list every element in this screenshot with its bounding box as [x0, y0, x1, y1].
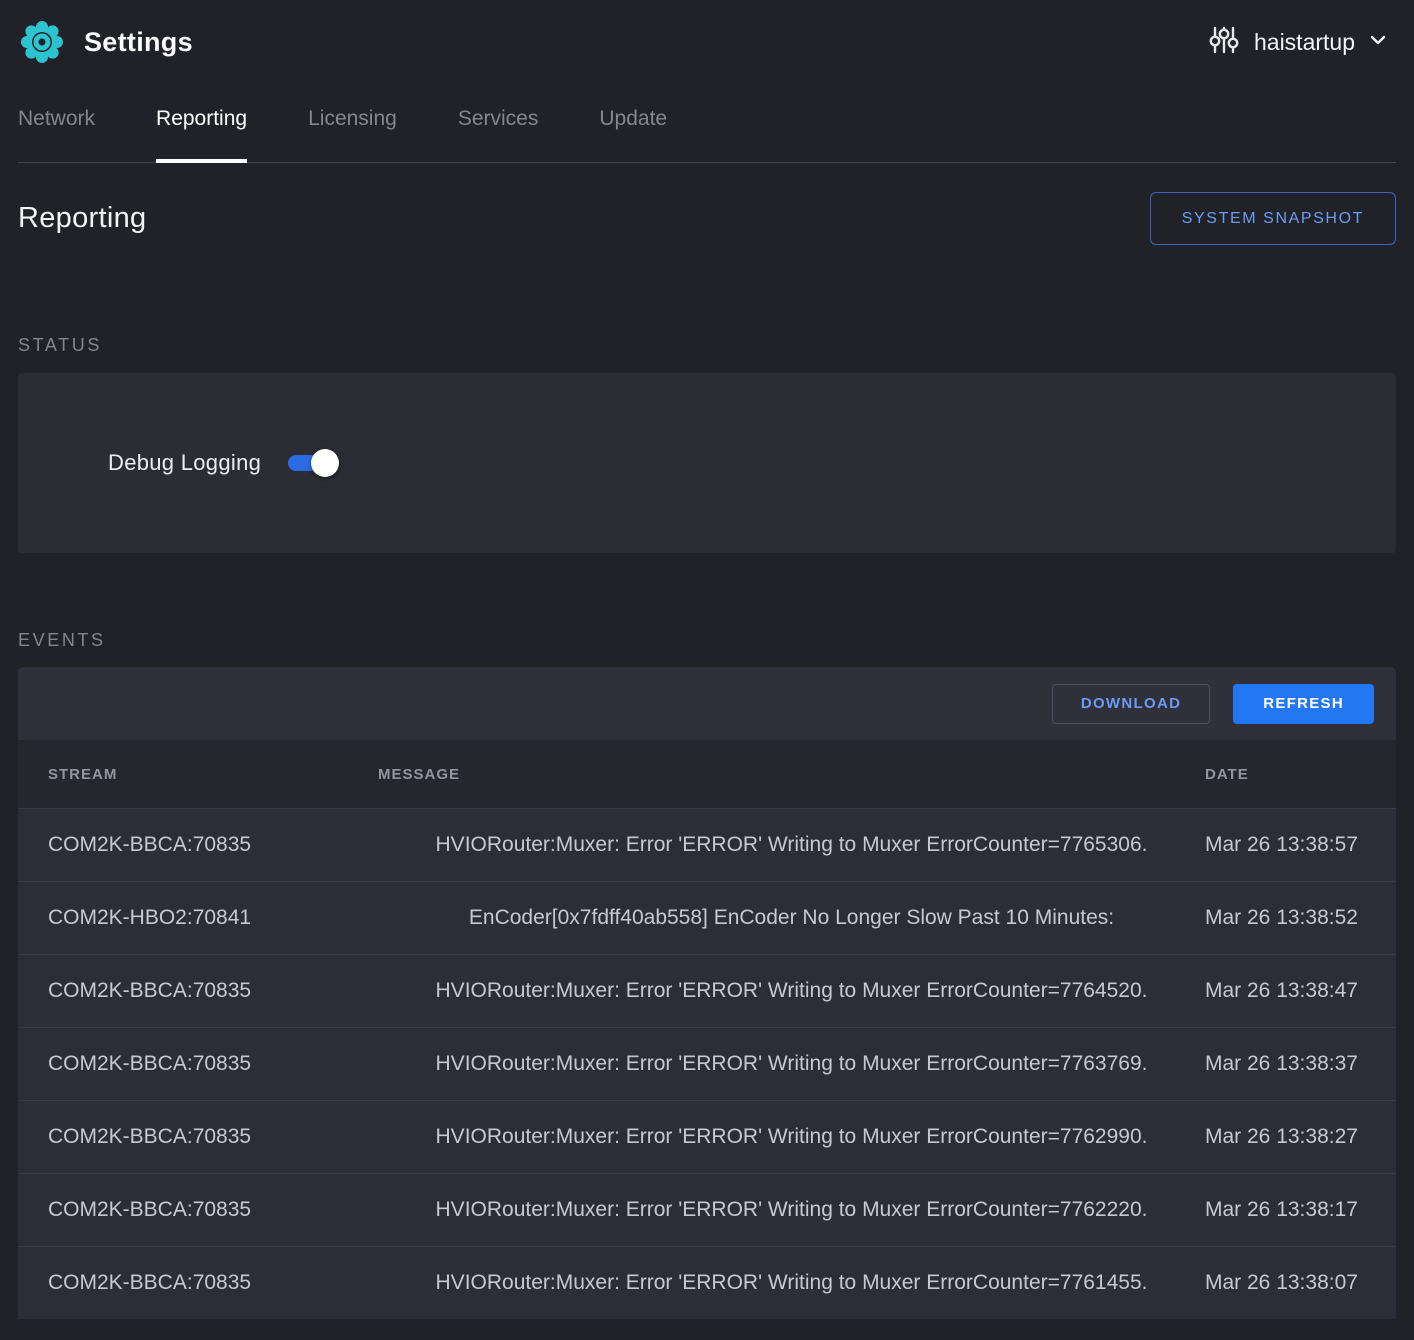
table-row: COM2K-BBCA:70835 HVIORouter:Muxer: Error… [18, 1027, 1396, 1100]
account-name: haistartup [1254, 29, 1355, 56]
column-header-message: MESSAGE [378, 766, 1205, 783]
events-toolbar: DOWNLOAD REFRESH [18, 667, 1396, 740]
app-header: Settings haistartup [0, 0, 1414, 66]
stream-cell: COM2K-BBCA:70835 [48, 1198, 378, 1222]
date-cell: Mar 26 13:38:17 [1205, 1198, 1371, 1222]
date-cell: Mar 26 13:38:37 [1205, 1052, 1371, 1076]
message-cell: HVIORouter:Muxer: Error 'ERROR' Writing … [378, 979, 1205, 1003]
status-section-label: STATUS [18, 335, 1396, 356]
tab-bar: Network Reporting Licensing Services Upd… [18, 107, 1396, 163]
date-cell: Mar 26 13:38:07 [1205, 1271, 1371, 1295]
chevron-down-icon [1368, 30, 1388, 55]
tab-licensing[interactable]: Licensing [308, 107, 397, 162]
tab-update[interactable]: Update [599, 107, 667, 162]
date-cell: Mar 26 13:38:27 [1205, 1125, 1371, 1149]
date-cell: Mar 26 13:38:57 [1205, 833, 1371, 857]
stream-cell: COM2K-BBCA:70835 [48, 1271, 378, 1295]
stream-cell: COM2K-BBCA:70835 [48, 1052, 378, 1076]
toggle-knob [311, 449, 339, 477]
message-cell: HVIORouter:Muxer: Error 'ERROR' Writing … [378, 1052, 1205, 1076]
events-section-label: EVENTS [18, 630, 1396, 651]
refresh-button[interactable]: REFRESH [1233, 684, 1374, 724]
account-menu[interactable]: haistartup [1207, 23, 1388, 62]
column-header-date: DATE [1205, 766, 1371, 783]
events-table-header: STREAM MESSAGE DATE [18, 740, 1396, 808]
message-cell: HVIORouter:Muxer: Error 'ERROR' Writing … [378, 1271, 1205, 1295]
message-cell: HVIORouter:Muxer: Error 'ERROR' Writing … [378, 833, 1205, 857]
tab-network[interactable]: Network [18, 107, 95, 162]
message-cell: HVIORouter:Muxer: Error 'ERROR' Writing … [378, 1125, 1205, 1149]
stream-cell: COM2K-BBCA:70835 [48, 979, 378, 1003]
table-row: COM2K-HBO2:70841 EnCoder[0x7fdff40ab558]… [18, 881, 1396, 954]
table-row: COM2K-BBCA:70835 HVIORouter:Muxer: Error… [18, 1100, 1396, 1173]
table-row: COM2K-BBCA:70835 HVIORouter:Muxer: Error… [18, 954, 1396, 1027]
message-cell: EnCoder[0x7fdff40ab558] EnCoder No Longe… [378, 906, 1205, 930]
message-cell: HVIORouter:Muxer: Error 'ERROR' Writing … [378, 1198, 1205, 1222]
table-row: COM2K-BBCA:70835 HVIORouter:Muxer: Error… [18, 1173, 1396, 1246]
column-header-stream: STREAM [48, 766, 378, 783]
stream-cell: COM2K-HBO2:70841 [48, 906, 378, 930]
date-cell: Mar 26 13:38:47 [1205, 979, 1371, 1003]
debug-logging-toggle[interactable] [288, 455, 332, 471]
stream-cell: COM2K-BBCA:70835 [48, 1125, 378, 1149]
stream-cell: COM2K-BBCA:70835 [48, 833, 378, 857]
system-snapshot-button[interactable]: SYSTEM SNAPSHOT [1150, 192, 1396, 245]
table-row: COM2K-BBCA:70835 HVIORouter:Muxer: Error… [18, 1246, 1396, 1319]
status-card: Debug Logging [18, 373, 1396, 553]
date-cell: Mar 26 13:38:52 [1205, 906, 1371, 930]
table-row: COM2K-BBCA:70835 HVIORouter:Muxer: Error… [18, 808, 1396, 881]
tab-reporting[interactable]: Reporting [156, 107, 247, 162]
tab-services[interactable]: Services [458, 107, 539, 162]
sliders-icon [1207, 23, 1241, 62]
debug-logging-label: Debug Logging [108, 450, 261, 476]
events-card: DOWNLOAD REFRESH STREAM MESSAGE DATE COM… [18, 667, 1396, 1319]
app-title: Settings [84, 27, 193, 58]
download-button[interactable]: DOWNLOAD [1052, 684, 1210, 724]
gear-icon [18, 18, 66, 66]
page-title: Reporting [18, 202, 146, 235]
